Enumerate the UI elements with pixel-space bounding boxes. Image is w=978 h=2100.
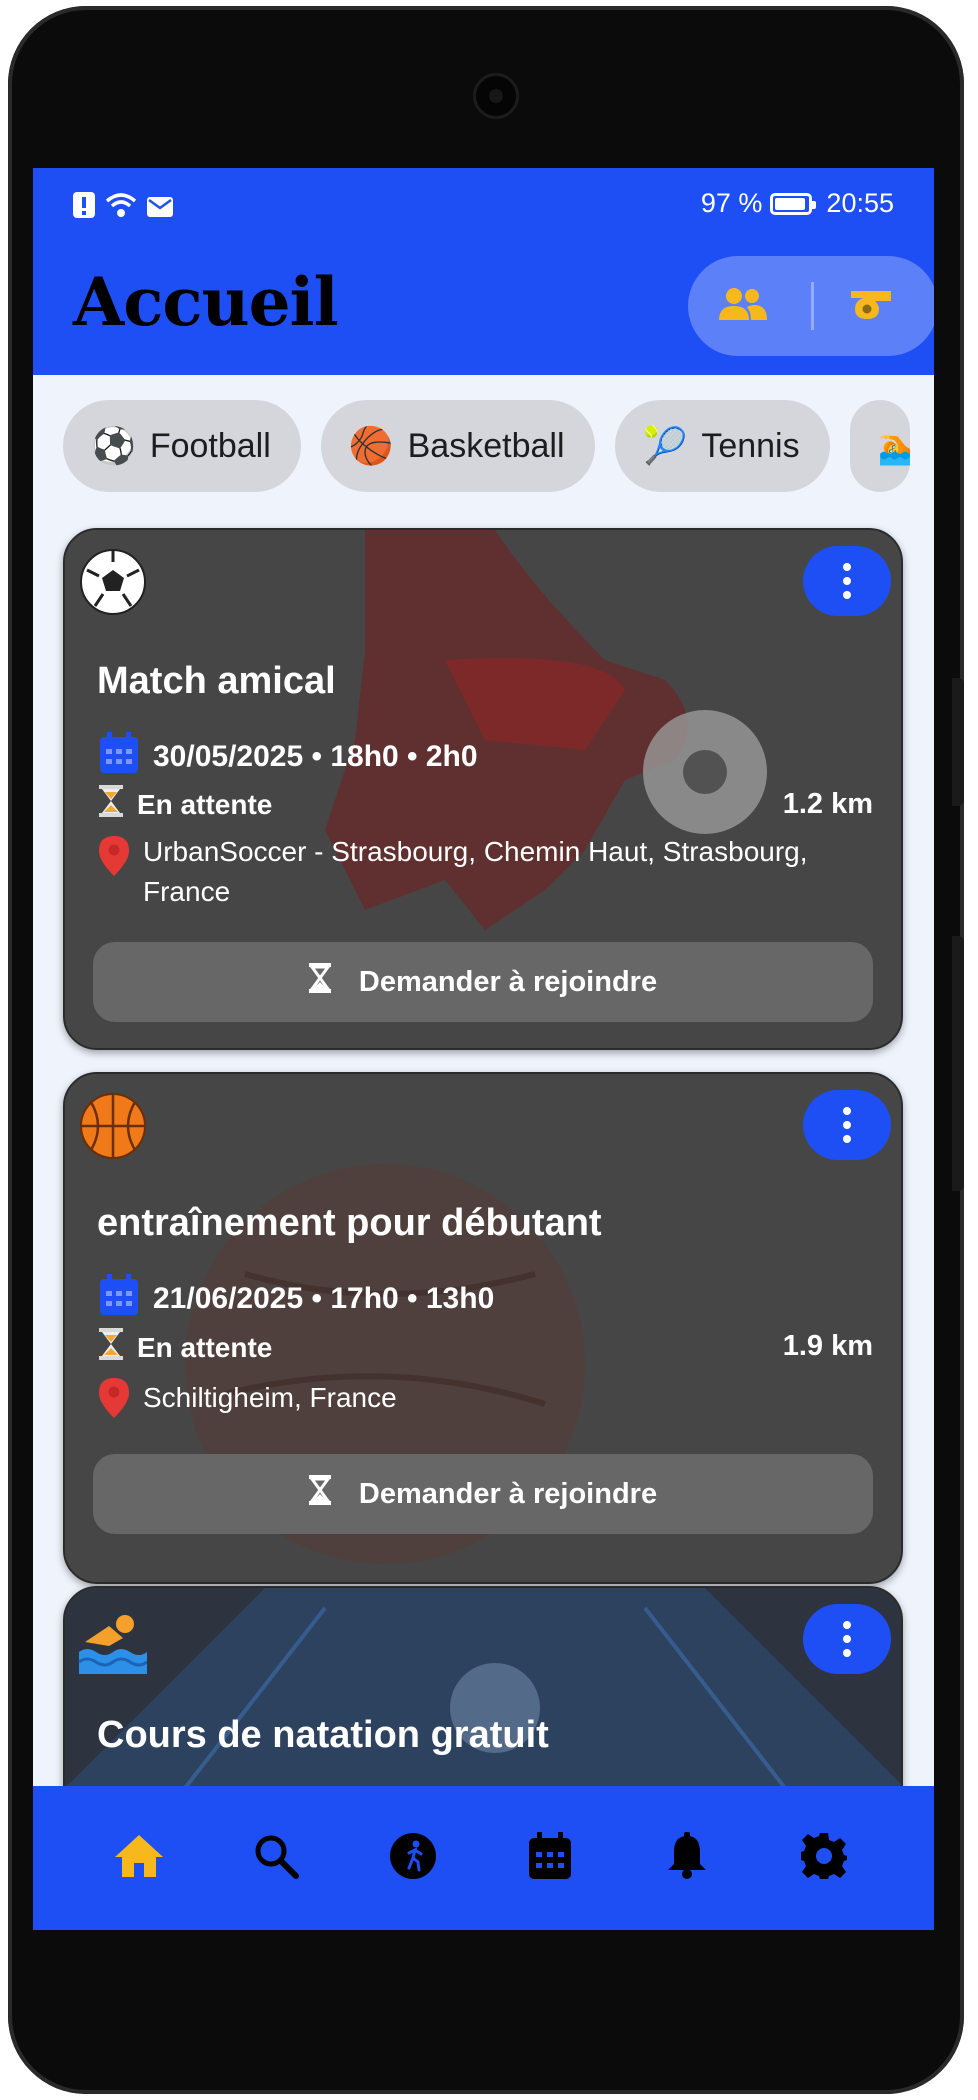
card-location-row: Schiltigheim, France (99, 1378, 819, 1429)
power-button (952, 936, 964, 1191)
hourglass-icon (308, 963, 331, 1001)
card-title: Cours de natation gratuit (97, 1714, 549, 1756)
clock: 20:55 (826, 188, 894, 218)
card-status-row: En attente (99, 785, 272, 824)
calendar-icon (99, 1274, 139, 1324)
home-icon (113, 1833, 165, 1883)
join-request-button[interactable]: Demander à rejoindre (93, 942, 873, 1022)
event-card[interactable]: entraînement pour débutant 21/06/2025 • … (63, 1072, 903, 1584)
basketball-icon: 🏀 (348, 425, 394, 466)
soccer-ball-icon (79, 548, 147, 616)
card-title: entraînement pour débutant (97, 1202, 602, 1244)
hourglass-icon (308, 1475, 331, 1513)
card-menu-button[interactable] (803, 1604, 891, 1674)
front-camera (476, 76, 516, 116)
card-location: Schiltigheim, France (143, 1382, 397, 1413)
hourglass-icon (99, 1328, 123, 1367)
page-title: Accueil (73, 263, 339, 341)
alert-icon (73, 192, 95, 225)
chip-label: Football (149, 426, 271, 465)
whistle-icon (845, 287, 895, 325)
card-datetime: 21/06/2025 • 17h0 • 13h0 (153, 1282, 495, 1315)
category-filter-bar: ⚽ Football 🏀 Basketball 🎾 Tennis 🏊 (63, 400, 934, 492)
swimmer-icon (78, 1606, 148, 1674)
card-menu-button[interactable] (803, 546, 891, 616)
wifi-icon (105, 192, 137, 225)
nav-home[interactable] (105, 1824, 173, 1892)
settings-icon (800, 1832, 848, 1884)
card-datetime-row: 30/05/2025 • 18h0 • 2h0 (99, 732, 478, 782)
group-icon (717, 286, 769, 326)
card-status-row: En attente (99, 1328, 272, 1367)
swimmer-icon: 🏊 (877, 425, 910, 466)
card-location-row: UrbanSoccer - Strasbourg, Chemin Haut, S… (99, 832, 819, 912)
battery-percent: 97 % (700, 188, 763, 218)
card-menu-button[interactable] (803, 1090, 891, 1160)
chip-football[interactable]: ⚽ Football (63, 400, 301, 492)
card-status: En attente (137, 788, 273, 820)
location-pin-icon (99, 836, 129, 887)
join-button-label: Demander à rejoindre (358, 1477, 658, 1510)
card-distance: 1.9 km (782, 1330, 873, 1362)
calendar-icon (528, 1832, 572, 1884)
search-icon (253, 1833, 299, 1883)
header-actions (688, 256, 934, 356)
join-request-button[interactable]: Demander à rejoindre (93, 1454, 873, 1534)
hourglass-icon (99, 785, 123, 824)
status-bar: 97 % 20:55 (33, 182, 934, 232)
soccer-ball-icon: ⚽ (91, 425, 136, 466)
bottom-navigation (33, 1786, 934, 1930)
card-title: Match amical (97, 660, 336, 702)
volume-button (952, 678, 964, 806)
join-button-label: Demander à rejoindre (358, 965, 658, 998)
app-screen: 97 % 20:55 Accueil ⚽ Football 🏀 Basketba… (33, 168, 934, 1930)
mail-icon (147, 193, 173, 224)
chip-label: Basketball (407, 426, 565, 465)
card-datetime: 30/05/2025 • 18h0 • 2h0 (153, 740, 478, 773)
basketball-icon (79, 1092, 147, 1160)
nav-settings[interactable] (790, 1824, 858, 1892)
card-location: UrbanSoccer - Strasbourg, Chemin Haut, S… (143, 836, 808, 907)
card-status: En attente (137, 1331, 273, 1363)
chip-swimming[interactable]: 🏊 (849, 400, 910, 492)
bell-icon (666, 1832, 708, 1884)
activity-icon (389, 1832, 437, 1884)
app-header: 97 % 20:55 Accueil (33, 168, 934, 375)
card-distance: 1.2 km (782, 788, 873, 820)
event-card[interactable]: Match amical 30/05/2025 • 18h0 • 2h0 En … (63, 528, 903, 1050)
location-pin-icon (99, 1378, 129, 1429)
calendar-icon (99, 732, 139, 782)
battery-icon (770, 192, 817, 215)
referee-button[interactable] (840, 284, 900, 328)
nav-notifications[interactable] (653, 1824, 721, 1892)
header-actions-divider (811, 282, 814, 330)
chip-basketball[interactable]: 🏀 Basketball (320, 400, 595, 492)
chip-tennis[interactable]: 🎾 Tennis (614, 400, 830, 492)
chip-label: Tennis (701, 426, 800, 465)
nav-calendar[interactable] (516, 1824, 584, 1892)
card-datetime-row: 21/06/2025 • 17h0 • 13h0 (99, 1274, 494, 1324)
nav-search[interactable] (242, 1824, 310, 1892)
tennis-icon: 🎾 (642, 425, 688, 466)
friends-button[interactable] (713, 284, 773, 328)
nav-activities[interactable] (379, 1824, 447, 1892)
